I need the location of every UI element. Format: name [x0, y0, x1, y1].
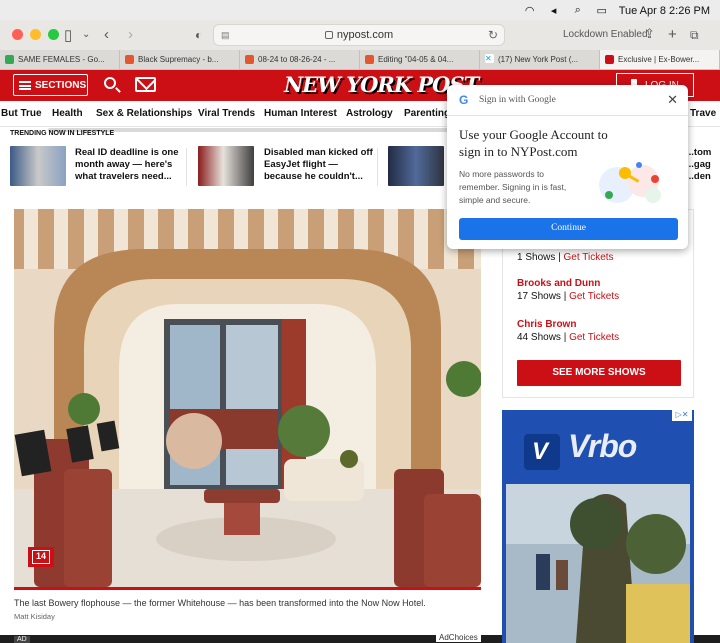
photo-caption: The last Bowery flophouse — the former W… [14, 598, 426, 608]
divider [447, 115, 688, 116]
close-window-button[interactable] [12, 29, 23, 40]
browser-tab[interactable]: SAME FEMALES - Go... [0, 50, 120, 69]
show-name[interactable]: Chris Brown [517, 319, 619, 330]
privacy-shield-icon[interactable]: ◐ [195, 28, 202, 42]
google-logo-icon: G [459, 93, 469, 107]
show-count: 1 Shows [517, 252, 556, 263]
browser-tab[interactable]: Black Supremacy - b... [120, 50, 240, 69]
minimize-window-button[interactable] [30, 29, 41, 40]
continue-button[interactable]: Continue [459, 218, 678, 240]
volume-icon[interactable]: ◂ [547, 4, 561, 17]
macos-menubar: ◠ ◂ ⌕ ▭ Tue Apr 8 2:26 PM [0, 0, 720, 20]
tab-overview-icon[interactable]: ⧉ [690, 28, 699, 43]
nav-item[interactable]: Human Interest [264, 108, 337, 119]
lockdown-label[interactable]: Lockdown Enabled [563, 29, 648, 40]
blogger-favicon-icon [365, 55, 374, 64]
nav-item[interactable]: But True [1, 108, 42, 119]
spotlight-icon[interactable]: ⌕ [571, 4, 585, 17]
trending-title: Disabled man kicked off EasyJet flight —… [264, 147, 373, 182]
key-illustration-icon [599, 162, 661, 203]
show-item: Chris Brown 44 Shows | Get Tickets [517, 319, 620, 343]
nav-item[interactable]: Sex & Relationships [96, 108, 192, 119]
browser-toolbar: ▯ ⌄ ‹ › ◐ ▤ nypost.com ↻ Lockdown Enable… [0, 20, 720, 50]
address-bar[interactable]: ▤ nypost.com ↻ [213, 24, 505, 46]
hero-image[interactable] [14, 209, 481, 587]
chevron-down-icon[interactable]: ⌄ [82, 29, 90, 40]
vrbo-wordmark: Vrbo [568, 428, 637, 464]
trending-title-partial[interactable]: ...tom ...gag ...den [686, 147, 711, 183]
hamburger-icon [19, 81, 31, 90]
show-name[interactable]: Brooks and Dunn [517, 278, 619, 289]
lock-icon [324, 31, 333, 39]
menubar-datetime[interactable]: Tue Apr 8 2:26 PM [619, 5, 710, 17]
vrbo-ad[interactable]: Vrbo [502, 410, 694, 643]
nav-item[interactable]: Parenting [404, 108, 450, 119]
trending-title: Real ID deadline is one month away — her… [75, 147, 179, 182]
reload-icon[interactable]: ↻ [488, 28, 498, 42]
gallery-count-badge[interactable]: 14 [28, 547, 54, 567]
mail-icon[interactable] [135, 77, 156, 92]
ad-photo [506, 484, 690, 643]
divider [377, 148, 378, 186]
hero-underline [14, 587, 481, 590]
new-tab-button[interactable]: + [668, 26, 677, 43]
popup-subtitle: No more passwords to remember. Signing i… [459, 169, 567, 205]
trending-thumbnail [388, 146, 444, 186]
control-center-icon[interactable]: ▭ [595, 4, 609, 17]
drive-favicon-icon [5, 55, 14, 64]
divider [186, 148, 187, 186]
browser-tab[interactable]: Editing "04-05 & 04... [360, 50, 480, 69]
ad-close-icon[interactable]: ▷✕ [672, 410, 692, 421]
nav-item[interactable]: Astrology [346, 108, 393, 119]
browser-tab[interactable]: ✕ (17) New York Post (... [480, 50, 600, 69]
trending-thumbnail [198, 146, 254, 186]
show-item: Brooks and Dunn 17 Shows | Get Tickets [517, 278, 620, 302]
get-tickets-link[interactable]: Get Tickets [569, 332, 619, 343]
blogger-favicon-icon [125, 55, 134, 64]
nypost-favicon-icon [605, 55, 614, 64]
url-text: nypost.com [336, 29, 394, 41]
vrbo-logo-icon [524, 434, 560, 470]
tab-bar: SAME FEMALES - Go... Black Supremacy - b… [0, 50, 720, 70]
popup-header: Sign in with Google [479, 95, 556, 105]
show-item: 1 Shows | Get Tickets [517, 252, 614, 263]
menubar-status-area: ◠ ◂ ⌕ ▭ Tue Apr 8 2:26 PM [523, 4, 710, 17]
nav-item[interactable]: Trave [690, 108, 716, 119]
share-icon[interactable]: ⇪ [644, 26, 655, 42]
window-controls [12, 29, 59, 40]
trending-label: TRENDING NOW IN LIFESTYLE [10, 130, 115, 137]
ad-label: AD [14, 636, 30, 643]
zoom-window-button[interactable] [48, 29, 59, 40]
sections-button[interactable]: SECTIONS [13, 74, 88, 96]
back-button[interactable]: ‹ [104, 26, 109, 43]
close-icon[interactable]: ✕ [667, 92, 678, 108]
nav-item[interactable]: Viral Trends [198, 108, 255, 119]
google-signin-popup: G Sign in with Google ✕ Use your Google … [447, 85, 688, 249]
forward-button[interactable]: › [128, 26, 133, 43]
search-icon[interactable] [104, 77, 116, 89]
adchoices-link[interactable]: AdChoices [436, 633, 481, 642]
show-count: 17 Shows [517, 291, 561, 302]
get-tickets-link[interactable]: Get Tickets [569, 291, 619, 302]
browser-tab-active[interactable]: Exclusive | Ex-Bower... [600, 50, 720, 69]
sidebar-toggle-icon[interactable]: ▯ [64, 26, 72, 44]
photo-credit: Matt Kisiday [14, 612, 55, 621]
x-favicon-icon: ✕ [485, 54, 494, 63]
wifi-icon[interactable]: ◠ [523, 4, 537, 17]
see-more-shows-button[interactable]: SEE MORE SHOWS [517, 360, 681, 386]
nav-item[interactable]: Health [52, 108, 83, 119]
get-tickets-link[interactable]: Get Tickets [564, 252, 614, 263]
browser-tab[interactable]: 08-24 to 08-26-24 - ... [240, 50, 360, 69]
show-count: 44 Shows [517, 332, 561, 343]
blogger-favicon-icon [245, 55, 254, 64]
trending-thumbnail [10, 146, 66, 186]
